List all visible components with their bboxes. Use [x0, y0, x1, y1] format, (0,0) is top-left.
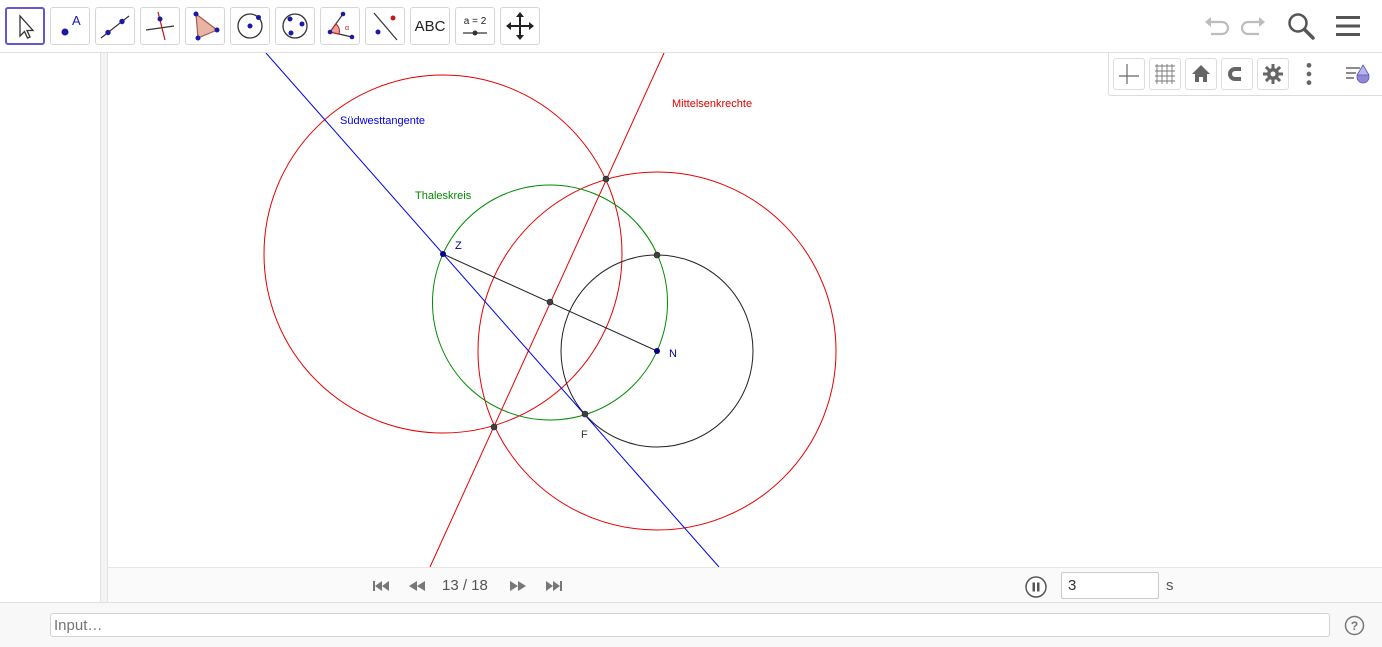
show-axes-button[interactable]: [1113, 58, 1145, 90]
gear-icon: [1263, 64, 1283, 84]
point-tool-label: A: [72, 13, 81, 28]
bisector-label: Mittelsenkrechte: [672, 98, 752, 110]
home-icon: [1192, 65, 1210, 82]
angle-tool-button[interactable]: α: [320, 7, 360, 45]
previous-step-button[interactable]: [406, 578, 428, 594]
circle-center-tool-button[interactable]: [230, 7, 270, 45]
text-tool-button[interactable]: ABC: [410, 7, 450, 45]
intersection-point-top[interactable]: [602, 175, 610, 183]
slider-tool-button[interactable]: a = 2: [455, 7, 495, 45]
polygon-tool-button[interactable]: [185, 7, 225, 45]
point-f-label: F: [581, 429, 588, 441]
pause-button[interactable]: [1025, 576, 1047, 598]
graphics-view[interactable]: Südwesttangente Mittelsenkrechte Thalesk…: [108, 53, 1382, 567]
algebra-input-field[interactable]: [50, 613, 1330, 637]
point-tool-button[interactable]: A: [50, 7, 90, 45]
speed-unit-label: s: [1166, 577, 1174, 594]
midpoint[interactable]: [546, 298, 554, 306]
circle-three-points-tool-button[interactable]: [275, 7, 315, 45]
grid-icon: [1155, 64, 1175, 84]
geogebra-app: A α ABC a = 2 Südwesttangente Mittelsenk…: [0, 0, 1382, 647]
construction-canvas: Südwesttangente Mittelsenkrechte Thalesk…: [263, 53, 837, 567]
magnet-icon: [1228, 67, 1244, 81]
intersection-point-bottom[interactable]: [490, 423, 498, 431]
construction-playback-bar: 13 / 18 s: [108, 567, 1382, 602]
panel-splitter[interactable]: [100, 53, 108, 602]
skip-to-end-icon: [546, 581, 562, 591]
point-f[interactable]: [581, 410, 589, 418]
point-z-label: Z: [455, 240, 462, 252]
cursor-arrow-icon: [19, 14, 35, 39]
perpendicular-line-tool-button[interactable]: [140, 7, 180, 45]
line-tool-button[interactable]: [95, 7, 135, 45]
point-icon: A: [61, 13, 81, 36]
angle-icon: α: [327, 11, 355, 40]
toggle-style-bar-button[interactable]: [1341, 58, 1373, 90]
move-tool-button[interactable]: [5, 7, 45, 45]
svg-text:α: α: [345, 25, 349, 32]
perpendicular-bisector-line[interactable]: [429, 53, 665, 567]
more-options-button[interactable]: [1293, 58, 1325, 90]
search-icon: [1288, 13, 1315, 40]
input-bar: ?: [0, 602, 1382, 647]
playback-speed-input[interactable]: [1061, 572, 1159, 599]
axes-icon: [1119, 64, 1139, 84]
rewind-icon: [409, 581, 425, 591]
reflect-about-line-icon: [373, 12, 398, 41]
point-capturing-button[interactable]: [1221, 58, 1253, 90]
svg-text:?: ?: [1351, 619, 1358, 633]
toolbar: A α ABC a = 2: [0, 0, 1382, 53]
redo-button[interactable]: [1236, 10, 1270, 42]
circle-three-points-icon: [282, 13, 308, 39]
southwest-tangent-line[interactable]: [265, 53, 720, 567]
point-n[interactable]: [654, 348, 660, 354]
first-step-button[interactable]: [370, 578, 392, 594]
pause-icon: [1025, 576, 1047, 598]
undo-button[interactable]: [1200, 10, 1234, 42]
algebra-panel: [0, 53, 100, 602]
help-icon[interactable]: ?: [1344, 615, 1365, 636]
standard-view-button[interactable]: [1185, 58, 1217, 90]
next-step-button[interactable]: [507, 578, 529, 594]
line-through-points-icon: [100, 15, 130, 39]
graphics-settings-button[interactable]: [1257, 58, 1289, 90]
redo-icon: [1240, 17, 1265, 36]
graphics-style-bar: [1108, 53, 1382, 96]
tangent-label: Südwesttangente: [340, 115, 425, 127]
move-arrows-icon: [506, 12, 534, 40]
slider-tool-label: a = 2: [463, 16, 487, 27]
perpendicular-line-icon: [145, 11, 175, 41]
point-z[interactable]: [440, 251, 446, 257]
fast-forward-icon: [510, 581, 526, 591]
polygon-icon: [193, 11, 220, 41]
main-menu-button[interactable]: [1331, 10, 1365, 42]
point-n-label: N: [669, 348, 677, 360]
last-step-button[interactable]: [543, 578, 565, 594]
vertical-dots-icon: [1306, 62, 1312, 86]
step-counter: 13 / 18: [442, 577, 488, 594]
tangent-point-upper[interactable]: [653, 251, 661, 259]
reflect-tool-button[interactable]: [365, 7, 405, 45]
undo-icon: [1205, 17, 1230, 36]
thales-label: Thaleskreis: [415, 190, 472, 202]
style-bar-toggle-icon: [1346, 64, 1370, 84]
text-tool-label: ABC: [414, 17, 446, 35]
skip-to-start-icon: [373, 581, 389, 591]
show-grid-button[interactable]: [1149, 58, 1181, 90]
hamburger-menu-icon: [1336, 16, 1360, 36]
move-graphics-tool-button[interactable]: [500, 7, 540, 45]
circle-center-point-icon: [237, 13, 263, 39]
search-button[interactable]: [1284, 10, 1318, 42]
